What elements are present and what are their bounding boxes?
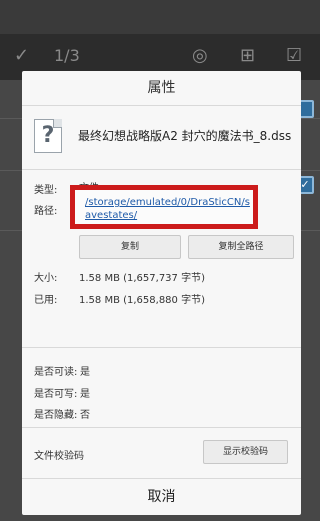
title-divider — [22, 105, 301, 106]
dialog-title: 属性 — [147, 80, 176, 96]
hidden-value: 否 — [80, 410, 90, 421]
path-highlight-box: /storage/emulated/0/DraSticCN/savestates… — [70, 185, 258, 229]
properties-dialog: 属性 ? 最终幻想战略版A2 封穴的魔法书_8.dss 类型: 文件 路径: /… — [22, 71, 301, 515]
writable-value: 是 — [80, 389, 90, 400]
used-value: 1.58 MB (1,658,880 字节) — [79, 295, 205, 306]
file-name: 最终幻想战略版A2 封穴的魔法书_8.dss — [78, 129, 292, 143]
checksum-label: 文件校验码 — [34, 451, 84, 462]
copy-full-path-button[interactable]: 复制全路径 — [188, 235, 294, 259]
show-checksum-button[interactable]: 显示校验码 — [203, 440, 288, 464]
move-icon[interactable]: ⊞ — [240, 45, 255, 66]
section-divider — [22, 347, 301, 348]
header-divider — [22, 169, 301, 170]
type-label: 类型: — [34, 185, 58, 196]
used-label: 已用: — [34, 295, 58, 306]
page-counter: 1/3 — [54, 46, 80, 65]
path-label: 路径: — [34, 206, 58, 217]
size-label: 大小: — [34, 273, 58, 284]
readable-value: 是 — [80, 367, 90, 378]
path-link[interactable]: /storage/emulated/0/DraSticCN/savestates… — [85, 196, 253, 222]
check-icon[interactable]: ✓ — [14, 45, 29, 66]
unknown-file-icon: ? — [34, 119, 62, 153]
cancel-button[interactable]: 取消 — [22, 479, 301, 515]
readable-label: 是否可读: — [34, 367, 78, 378]
writable-label: 是否可写: — [34, 389, 78, 400]
section-divider — [22, 427, 301, 428]
copy-button[interactable]: 复制 — [79, 235, 181, 259]
compass-icon[interactable]: ◎ — [192, 45, 208, 66]
size-value: 1.58 MB (1,657,737 字节) — [79, 273, 205, 284]
select-all-icon[interactable]: ☑ — [286, 45, 302, 66]
hidden-label: 是否隐藏: — [34, 410, 78, 421]
